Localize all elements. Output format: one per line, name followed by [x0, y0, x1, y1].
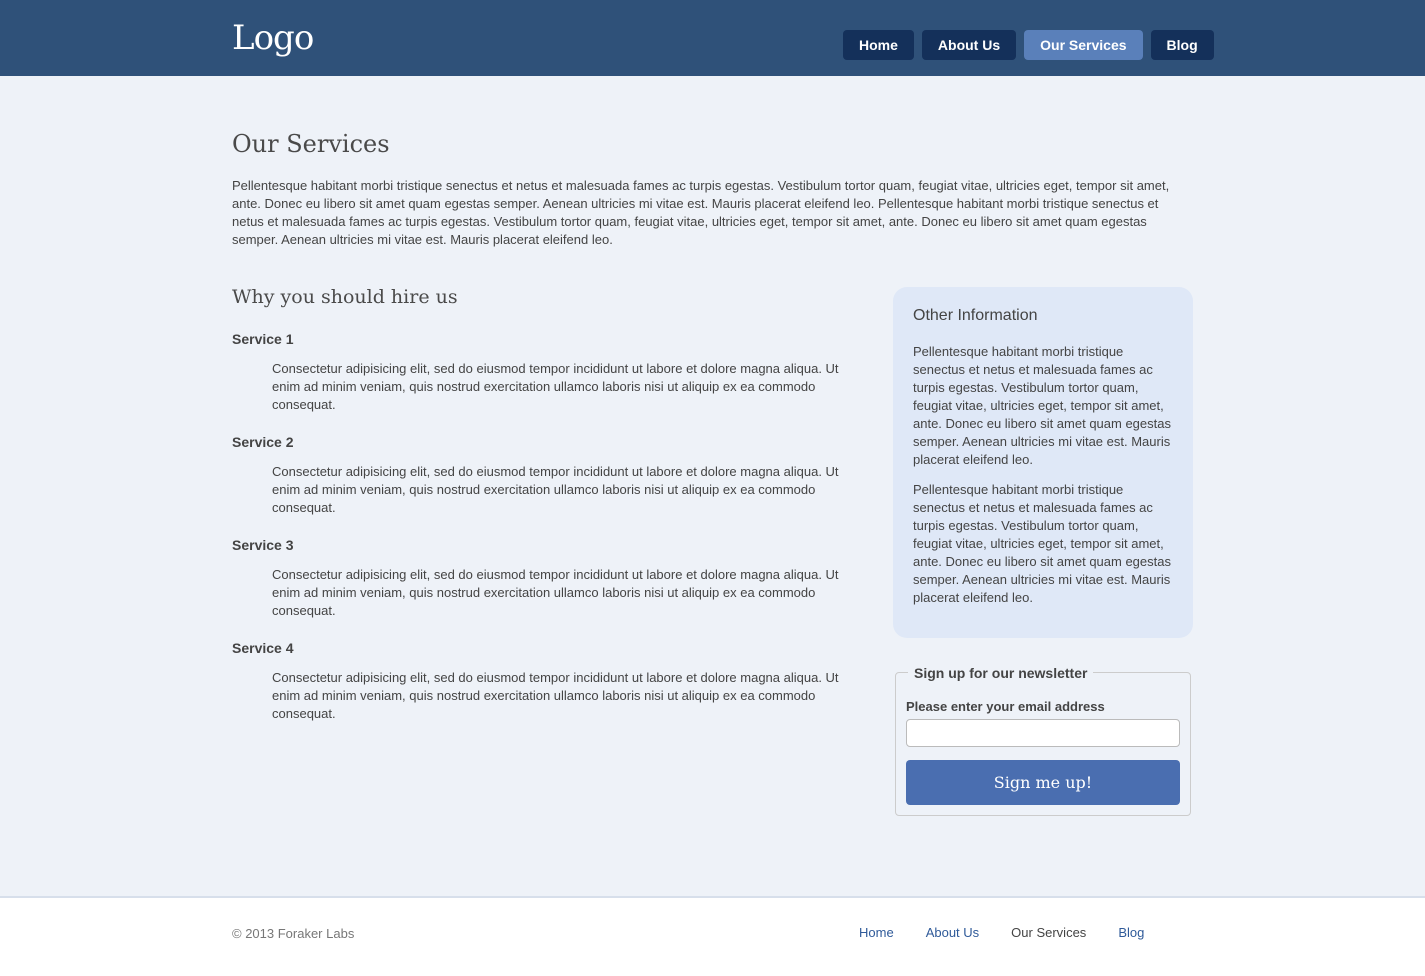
logo[interactable]: Logo — [232, 18, 314, 58]
footer-link-services[interactable]: Our Services — [995, 924, 1102, 942]
page-title: Our Services — [232, 130, 390, 158]
service-item: Service 2 Consectetur adipisicing elit, … — [232, 433, 844, 517]
service-description: Consectetur adipisicing elit, sed do eiu… — [272, 670, 839, 721]
service-description: Consectetur adipisicing elit, sed do eiu… — [272, 567, 839, 618]
newsletter-legend: Sign up for our newsletter — [908, 664, 1094, 682]
service-item: Service 4 Consectetur adipisicing elit, … — [232, 639, 844, 723]
service-item: Service 1 Consectetur adipisicing elit, … — [232, 330, 844, 414]
site-footer: © 2013 Foraker Labs Home About Us Our Se… — [0, 896, 1425, 976]
hire-heading: Why you should hire us — [232, 286, 458, 308]
services-list: Service 1 Consectetur adipisicing elit, … — [232, 330, 844, 742]
main-nav: Home About Us Our Services Blog — [843, 30, 1214, 60]
sidebar-paragraph: Pellentesque habitant morbi tristique se… — [913, 482, 1171, 605]
newsletter-form: Sign up for our newsletter Please enter … — [895, 664, 1191, 816]
sidebar-paragraph: Pellentesque habitant morbi tristique se… — [913, 344, 1171, 467]
service-title: Service 2 — [232, 434, 294, 450]
service-title: Service 1 — [232, 331, 294, 347]
site-header: Logo Home About Us Our Services Blog — [0, 0, 1425, 76]
intro-paragraph: Pellentesque habitant morbi tristique se… — [232, 178, 1170, 247]
service-title: Service 4 — [232, 640, 294, 656]
service-item: Service 3 Consectetur adipisicing elit, … — [232, 536, 844, 620]
nav-about-button[interactable]: About Us — [921, 30, 1017, 60]
service-description: Consectetur adipisicing elit, sed do eiu… — [272, 361, 839, 412]
footer-link-home[interactable]: Home — [843, 924, 910, 942]
copyright-text: © 2013 Foraker Labs — [232, 926, 355, 941]
sidebar-title: Other Information — [913, 307, 1038, 324]
service-description: Consectetur adipisicing elit, sed do eiu… — [272, 464, 839, 515]
sign-up-button[interactable]: Sign me up! — [906, 760, 1180, 805]
footer-link-blog[interactable]: Blog — [1102, 924, 1160, 942]
email-input[interactable] — [906, 719, 1180, 747]
nav-home-button[interactable]: Home — [843, 30, 914, 60]
nav-services-button[interactable]: Our Services — [1024, 30, 1143, 60]
service-title: Service 3 — [232, 537, 294, 553]
other-information-panel: Other Information Pellentesque habitant … — [893, 287, 1193, 638]
footer-nav: Home About Us Our Services Blog — [843, 924, 1160, 942]
footer-link-about[interactable]: About Us — [910, 924, 995, 942]
nav-blog-button[interactable]: Blog — [1150, 30, 1214, 60]
email-label: Please enter your email address — [906, 699, 1105, 714]
